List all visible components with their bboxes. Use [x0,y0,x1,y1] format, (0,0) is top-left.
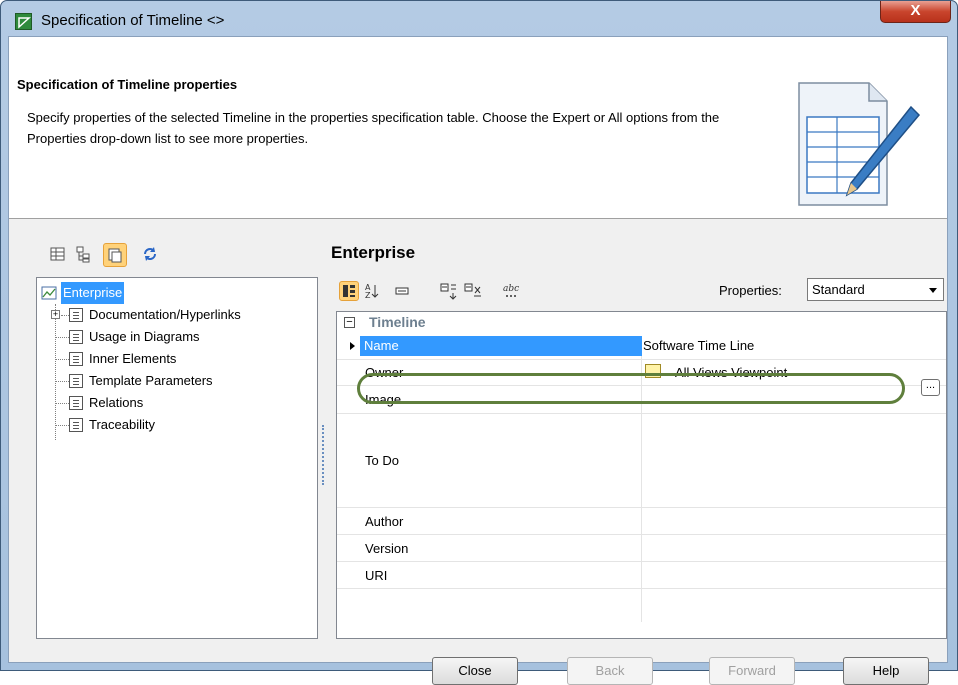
dialog-header: Specification of Timeline properties Spe… [9,37,947,219]
tree-item-documentation[interactable]: + Documentation/Hyperlinks [49,304,314,326]
table-view-icon[interactable] [49,245,69,265]
copy-view-icon[interactable] [103,243,127,267]
property-name: Name [360,336,642,356]
tree-item-template-parameters[interactable]: Template Parameters [49,370,314,392]
collapse-rows-icon[interactable] [463,281,483,301]
tree-item-enterprise[interactable]: Enterprise [39,282,309,304]
window-title: Specification of Timeline <> [41,12,225,29]
table-row-owner[interactable]: Owner All Views Viewpoint [337,360,946,386]
chevron-down-icon [929,288,937,293]
table-row-version[interactable]: Version [337,535,946,562]
app-icon [15,13,32,30]
property-name: Owner [365,365,404,380]
table-row-name[interactable]: Name Software Time Line [337,334,946,360]
property-value[interactable]: All Views Viewpoint [675,360,787,386]
tree-item-label: Inner Elements [89,351,177,366]
group-row-timeline[interactable]: − Timeline [337,312,946,334]
property-page-icon [69,418,83,432]
tree-item-traceability[interactable]: Traceability [49,414,314,436]
specification-tree[interactable]: Enterprise + Documentation/Hyperlinks Us… [36,277,318,639]
svg-text:Z: Z [365,291,371,300]
properties-dropdown[interactable]: Standard [807,278,944,301]
property-name: Image [365,392,402,407]
property-page-icon [69,396,83,410]
tree-item-label: Template Parameters [89,373,213,388]
expand-plus-icon[interactable]: + [51,310,60,319]
properties-label: Properties: [719,283,782,298]
property-page-icon [69,352,83,366]
tree-item-label: Usage in Diagrams [89,329,200,344]
property-page-icon [69,374,83,388]
table-row-author[interactable]: Author [337,508,946,535]
tree-item-inner-elements[interactable]: Inner Elements [49,348,314,370]
header-description: Specify properties of the selected Timel… [27,110,720,146]
tree-item-label: Traceability [89,417,155,432]
expand-rows-icon[interactable] [439,281,459,301]
property-page-icon [69,330,83,344]
collapse-all-icon[interactable] [393,281,413,301]
tree-item-usage-in-diagrams[interactable]: Usage in Diagrams [49,326,314,348]
title-bar[interactable]: Specification of Timeline <> X [1,1,957,37]
folder-icon [645,364,661,378]
tree-item-label: Relations [89,395,144,410]
close-button[interactable]: Close [432,657,518,685]
back-button[interactable]: Back [567,657,653,685]
tree-view-icon[interactable] [75,245,95,265]
current-row-marker-icon [350,342,355,350]
header-title: Specification of Timeline properties [17,77,238,92]
panel-splitter[interactable] [322,425,324,485]
tree-item-label: Enterprise [61,282,125,304]
edit-value-ellipsis-button[interactable]: ... [921,379,940,396]
tree-item-label: Documentation/Hyperlinks [89,307,241,322]
table-row-image[interactable]: Image [337,386,946,414]
sort-az-icon[interactable]: AZ [363,281,383,301]
tree-item-relations[interactable]: Relations [49,392,314,414]
specification-document-icon [791,77,921,210]
spelling-icon[interactable]: abc [501,281,521,301]
panel-title: Enterprise [331,243,416,262]
name-value-field[interactable]: Software Time Line [642,336,922,356]
categorized-view-icon[interactable] [339,281,359,301]
help-button[interactable]: Help [843,657,929,685]
property-name: To Do [365,453,399,468]
table-row-uri[interactable]: URI [337,562,946,589]
properties-dropdown-value: Standard [812,282,865,297]
property-name: Version [365,541,409,556]
property-name: URI [365,568,388,583]
table-row-todo[interactable]: To Do [337,414,946,508]
group-label: Timeline [369,314,426,330]
close-window-button[interactable]: X [880,1,951,23]
property-name: Author [365,514,404,529]
properties-table: − Timeline Name Software Time Line Owner… [336,311,947,639]
forward-button[interactable]: Forward [709,657,795,685]
collapse-minus-icon[interactable]: − [344,317,355,328]
dialog-client-area: Specification of Timeline properties Spe… [8,36,948,685]
refresh-icon[interactable] [141,245,161,265]
svg-text:abc: abc [503,284,519,294]
property-page-icon [69,308,83,322]
